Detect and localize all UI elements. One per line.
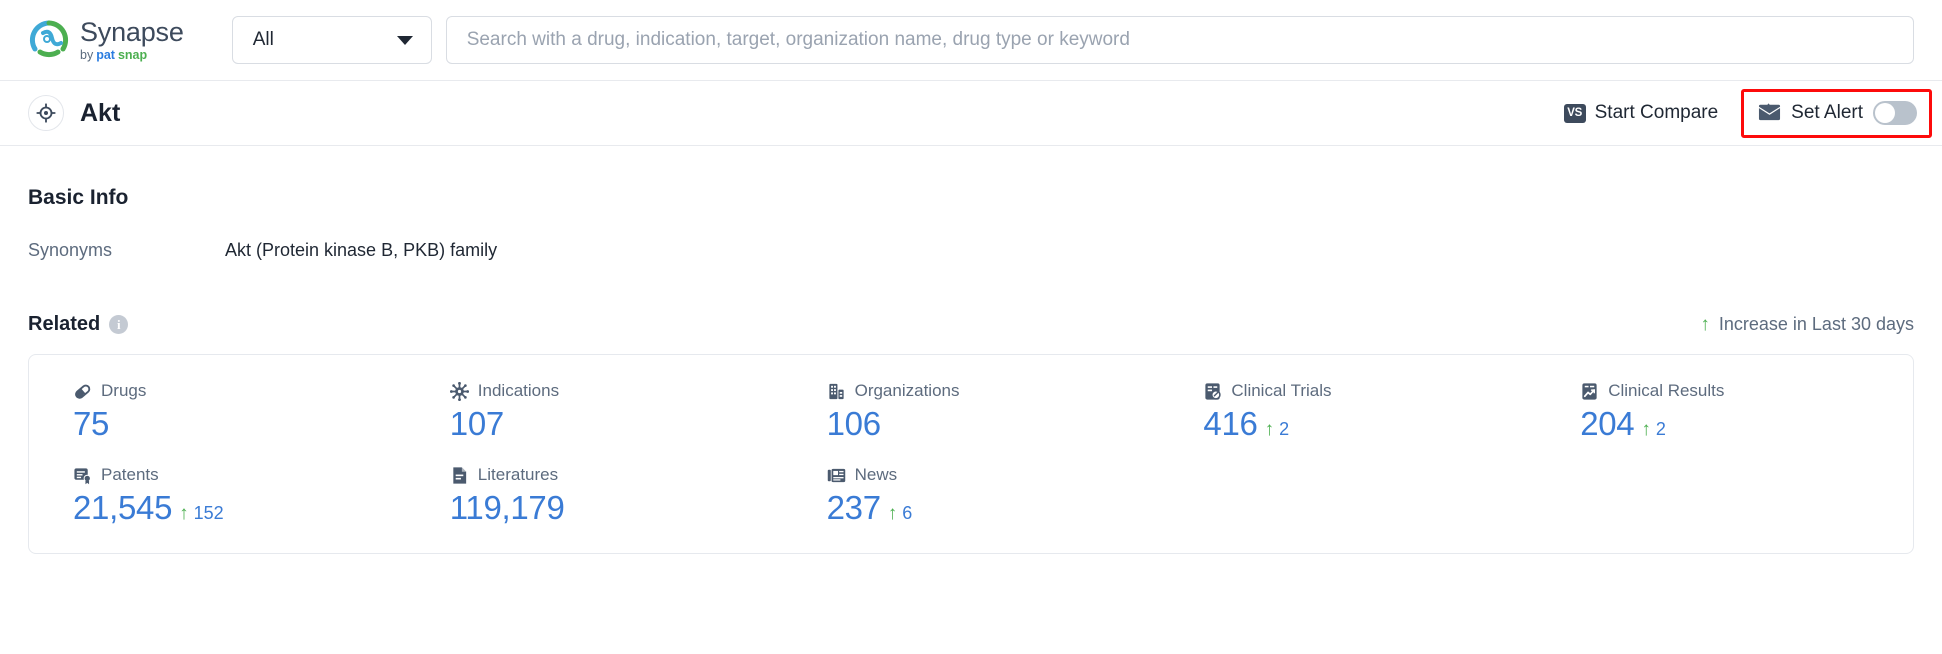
start-compare-button[interactable]: VS Start Compare (1556, 96, 1727, 130)
related-stats-card: Drugs 75 Indications 107 Organizations 106 Cli… (28, 354, 1914, 554)
set-alert-label: Set Alert (1791, 102, 1863, 123)
stat-head: Drugs (73, 381, 406, 401)
stat-cell-news[interactable]: News 237 ↑ 6 (783, 465, 1160, 527)
stat-head: Literatures (450, 465, 783, 485)
stat-head: Clinical Trials (1203, 381, 1536, 401)
stat-cell-patents[interactable]: Patents 21,545 ↑ 152 (29, 465, 406, 527)
alert-envelope-icon (1758, 101, 1781, 126)
brand-by: by (80, 47, 94, 62)
set-alert-toggle[interactable] (1873, 101, 1917, 125)
stat-head: Organizations (827, 381, 1160, 401)
stat-label: News (854, 465, 898, 484)
stat-value[interactable]: 75 (73, 405, 109, 443)
stat-label: Literatures (477, 465, 559, 484)
page-title: Akt (80, 98, 121, 127)
stat-value-row: 21,545 ↑ 152 (73, 489, 406, 527)
stat-cell-indications[interactable]: Indications 107 (406, 381, 783, 443)
start-compare-label: Start Compare (1594, 102, 1719, 123)
synonyms-value: Akt (Protein kinase B, PKB) family (225, 240, 498, 260)
stat-head: News (827, 465, 1160, 485)
stat-value[interactable]: 119,179 (450, 489, 565, 527)
stat-delta-value: 2 (1279, 419, 1290, 439)
stat-value-row: 75 (73, 405, 406, 443)
stat-delta-value: 152 (193, 503, 224, 523)
arrow-up-icon: ↑ (1264, 419, 1275, 440)
info-icon[interactable]: i (109, 315, 129, 334)
stat-cell-clinical-trials[interactable]: Clinical Trials 416 ↑ 2 (1159, 381, 1536, 443)
stat-head: Patents (73, 465, 406, 485)
stat-delta: ↑ 152 (179, 503, 224, 524)
arrow-up-icon: ↑ (179, 503, 189, 524)
arrow-up-icon: ↑ (1700, 314, 1710, 335)
virus-icon (449, 381, 469, 401)
top-search-bar: Synapse by pat snap All (0, 0, 1942, 81)
synapse-logo-icon (28, 19, 70, 61)
stat-value[interactable]: 237 (827, 489, 881, 527)
stat-value[interactable]: 107 (450, 405, 504, 443)
set-alert-control[interactable]: Set Alert (1741, 88, 1932, 138)
stat-label: Clinical Results (1608, 381, 1725, 400)
stat-head: Clinical Results (1580, 381, 1913, 401)
search-box[interactable] (445, 16, 1914, 64)
versus-icon: VS (1563, 103, 1586, 123)
brand-logo[interactable]: Synapse by pat snap (28, 16, 184, 62)
synonyms-row: Synonyms Akt (Protein kinase B, PKB) fam… (28, 240, 1914, 261)
clinical-result-icon (1580, 382, 1599, 401)
main-content: Basic Info Synonyms Akt (Protein kinase … (0, 186, 1942, 554)
stat-value-row: 107 (450, 405, 783, 443)
stat-value-row: 106 (827, 405, 1160, 443)
related-stats-grid: Drugs 75 Indications 107 Organizations 106 Cli… (29, 381, 1913, 527)
stat-value-row: 204 ↑ 2 (1580, 405, 1913, 443)
search-input[interactable] (466, 29, 1893, 51)
news-icon (827, 466, 846, 485)
stat-value[interactable]: 416 (1203, 405, 1257, 443)
stat-cell-drugs[interactable]: Drugs 75 (29, 381, 406, 443)
stat-head: Indications (449, 381, 783, 401)
entity-header-bar: Akt VS Start Compare Set Alert (0, 81, 1942, 146)
patent-icon (73, 466, 92, 485)
arrow-up-icon: ↑ (1641, 419, 1651, 440)
basic-info-heading: Basic Info (28, 186, 129, 209)
stat-delta: ↑ 2 (1641, 419, 1666, 440)
stat-value-row: 119,179 (450, 489, 783, 527)
stat-label: Drugs (101, 381, 147, 400)
synonyms-label: Synonyms (28, 240, 113, 260)
stat-cell-organizations[interactable]: Organizations 106 (783, 381, 1160, 443)
brand-tagline: by pat snap (80, 49, 184, 62)
stat-cell-clinical-results[interactable]: Clinical Results 204 ↑ 2 (1536, 381, 1913, 443)
stat-label: Organizations (854, 381, 960, 400)
stat-label: Clinical Trials (1231, 381, 1332, 400)
arrow-up-icon: ↑ (887, 503, 898, 524)
stat-value[interactable]: 106 (827, 405, 881, 443)
stat-value[interactable]: 204 (1580, 405, 1634, 443)
stat-delta: ↑ 2 (1265, 419, 1290, 440)
related-header: Related i ↑ Increase in Last 30 days (28, 313, 1914, 336)
literature-icon (450, 466, 469, 485)
stat-value-row: 237 ↑ 6 (827, 489, 1160, 527)
target-icon (28, 95, 64, 131)
chevron-down-icon (396, 35, 413, 45)
stat-value[interactable]: 21,545 (73, 489, 172, 527)
toggle-knob (1875, 103, 1895, 123)
increase-legend-label: Increase in Last 30 days (1718, 314, 1914, 334)
brand-snap: snap (117, 47, 148, 62)
stat-label: Patents (101, 465, 159, 484)
building-icon (827, 382, 846, 401)
brand-name: Synapse (80, 16, 184, 47)
entity-actions: VS Start Compare Set Alert (1556, 88, 1932, 138)
brand-pat: pat (96, 47, 115, 62)
search-scope-value: All (252, 29, 274, 50)
entity-identity: Akt (28, 95, 120, 131)
stat-cell-literatures[interactable]: Literatures 119,179 (406, 465, 783, 527)
search-scope-dropdown[interactable]: All (231, 16, 432, 64)
pill-icon (73, 382, 92, 401)
increase-legend: ↑ Increase in Last 30 days (1700, 314, 1914, 335)
stat-delta: ↑ 6 (888, 503, 913, 524)
stat-delta-value: 6 (902, 503, 913, 523)
stat-delta-value: 2 (1655, 419, 1666, 439)
stat-label: Indications (477, 381, 560, 400)
stat-value-row: 416 ↑ 2 (1203, 405, 1536, 443)
clinical-trial-icon (1203, 382, 1222, 401)
related-heading: Related (28, 313, 101, 335)
